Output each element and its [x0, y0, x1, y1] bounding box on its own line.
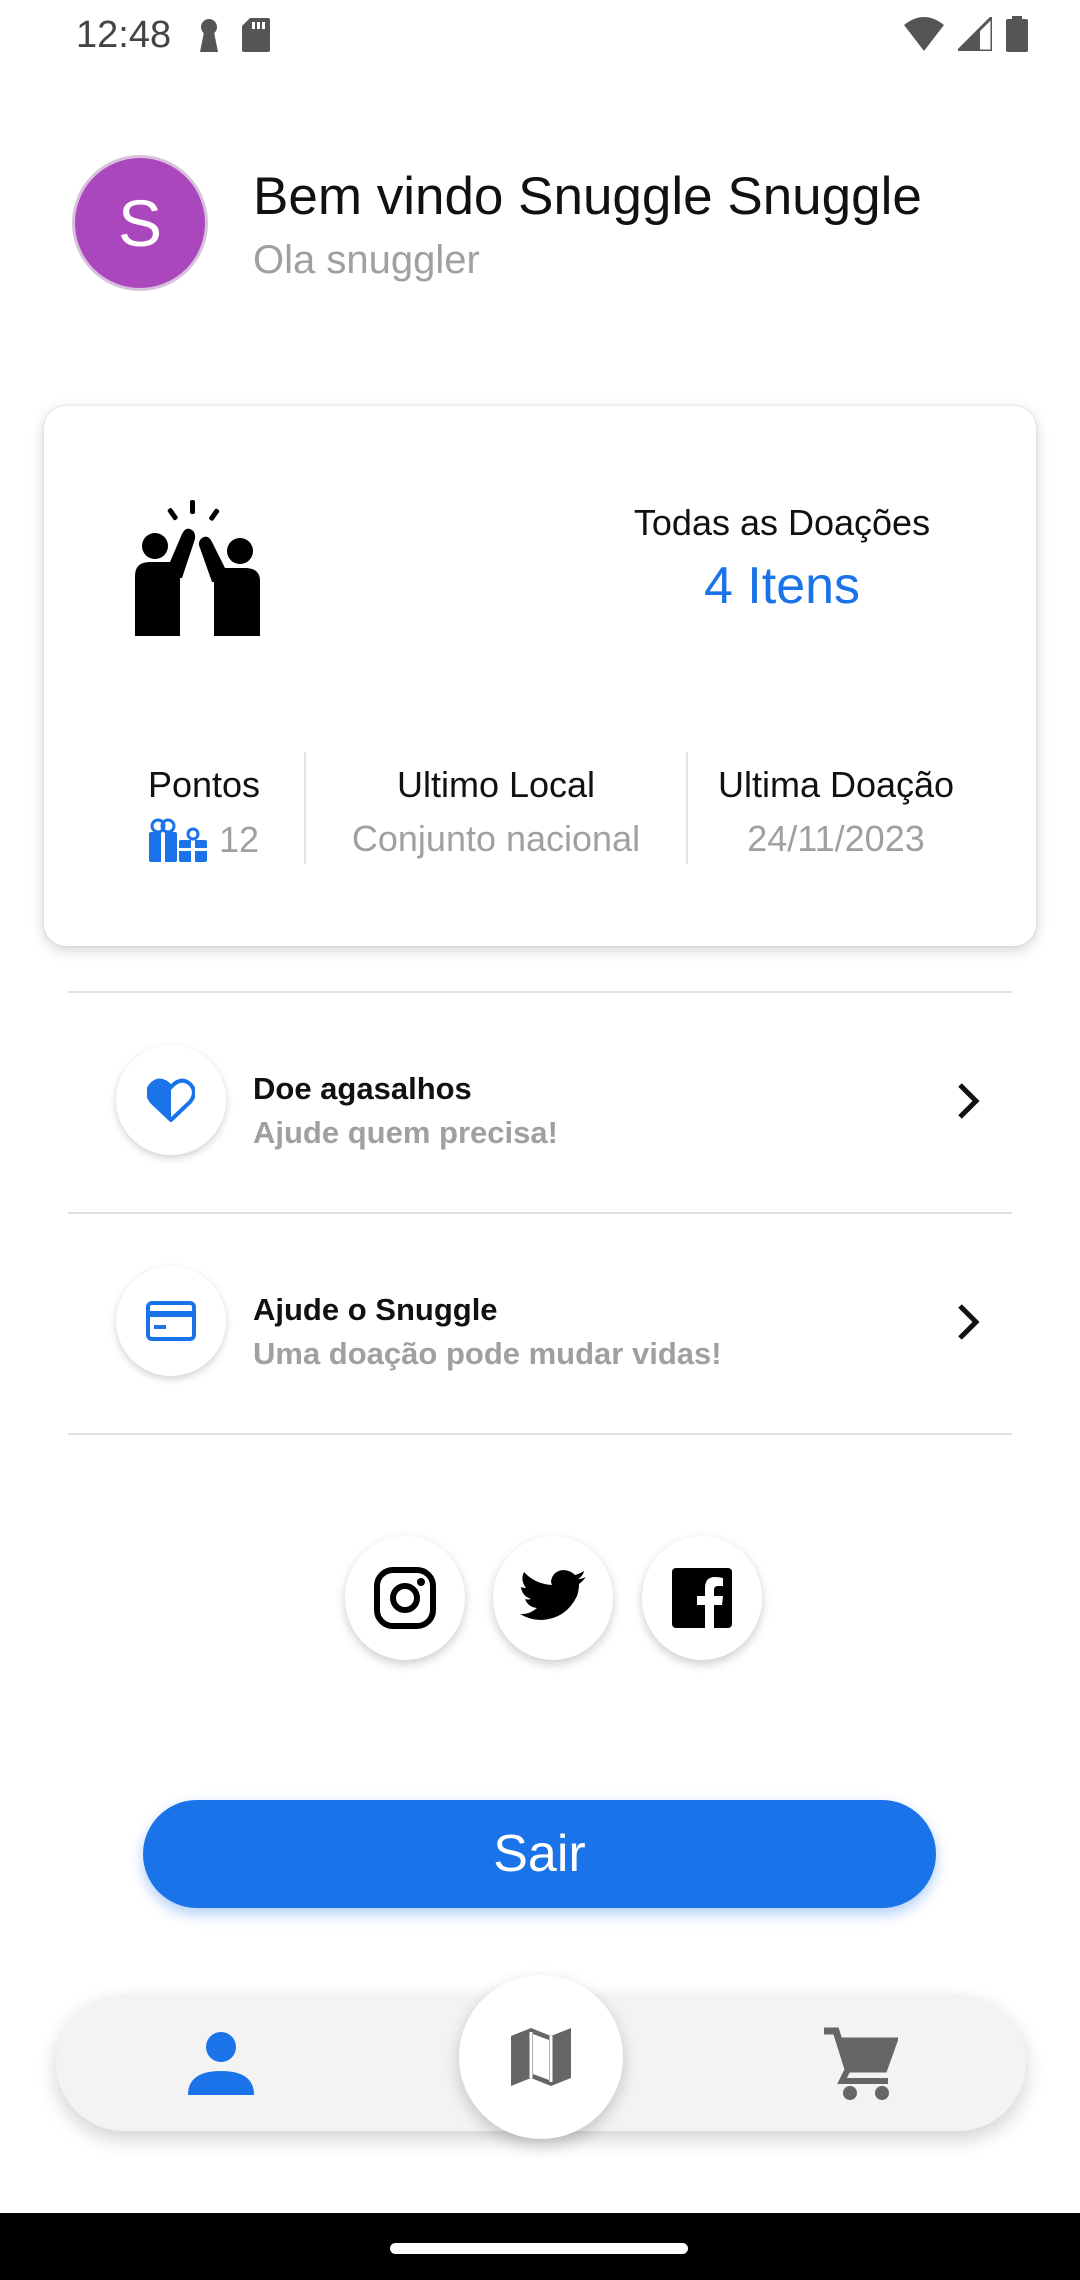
points-label: Pontos [147, 764, 261, 805]
menu-item-help-snuggle[interactable]: Ajude o Snuggle Uma doação pode mudar vi… [68, 1214, 1012, 1434]
heart-icon [147, 1078, 195, 1122]
battery-icon [1006, 16, 1028, 52]
logout-label: Sair [493, 1825, 586, 1883]
instagram-icon [374, 1567, 436, 1629]
logout-button[interactable]: Sair [143, 1800, 936, 1908]
menu-item-donate-clothes[interactable]: Doe agasalhos Ajude quem precisa! [68, 993, 1012, 1213]
status-time: 12:48 [76, 14, 172, 56]
sd-card-icon [242, 18, 270, 52]
twitter-button[interactable] [493, 1536, 613, 1660]
points-value: 12 [218, 819, 260, 860]
menu-item-title: Ajude o Snuggle [253, 1292, 498, 1327]
gesture-bar [0, 2213, 1080, 2280]
profile-icon[interactable] [186, 2031, 256, 2095]
stat-last-donation: Ultima Doação 24/11/2023 [688, 752, 984, 864]
last-place-value: Conjunto nacional [351, 818, 641, 859]
twitter-icon [520, 1570, 586, 1620]
facebook-icon [672, 1568, 732, 1628]
wifi-icon [904, 17, 944, 51]
menu-item-subtitle: Uma doação pode mudar vidas! [253, 1336, 722, 1371]
map-icon [511, 2028, 571, 2086]
last-place-label: Ultimo Local [396, 764, 596, 805]
credit-card-icon [146, 1301, 196, 1341]
keyhole-icon [200, 19, 218, 52]
menu-item-subtitle: Ajude quem precisa! [253, 1115, 558, 1150]
map-nav-button[interactable] [459, 1975, 623, 2139]
all-donations-value: 4 Itens [703, 557, 861, 615]
facebook-button[interactable] [642, 1536, 762, 1660]
gifts-icon [148, 818, 207, 862]
stat-points: Pontos 12 [104, 752, 304, 864]
cart-icon[interactable] [822, 2025, 898, 2101]
last-donation-value: 24/11/2023 [747, 818, 925, 859]
avatar[interactable]: S [72, 155, 208, 291]
welcome-title: Bem vindo Snuggle Snuggle [253, 167, 922, 226]
donation-summary-card: Todas as Doações 4 Itens Pontos 12 Ultim… [44, 406, 1036, 946]
welcome-subtitle: Ola snuggler [253, 238, 480, 282]
status-bar: 12:48 [0, 0, 1080, 70]
stats-row: Pontos 12 Ultimo Local Conjunto nacional [104, 752, 984, 864]
instagram-button[interactable] [345, 1536, 465, 1660]
home-indicator[interactable] [390, 2243, 688, 2254]
menu-item-title: Doe agasalhos [253, 1071, 472, 1106]
avatar-initial: S [117, 186, 163, 260]
last-donation-label: Ultima Doação [717, 764, 955, 805]
divider [68, 1433, 1012, 1435]
all-donations-label: Todas as Doações [633, 502, 931, 543]
high-five-icon [135, 500, 260, 636]
signal-icon [958, 17, 992, 51]
chevron-right-icon [958, 1083, 980, 1119]
chevron-right-icon [958, 1304, 980, 1340]
stat-last-place: Ultimo Local Conjunto nacional [306, 752, 686, 864]
